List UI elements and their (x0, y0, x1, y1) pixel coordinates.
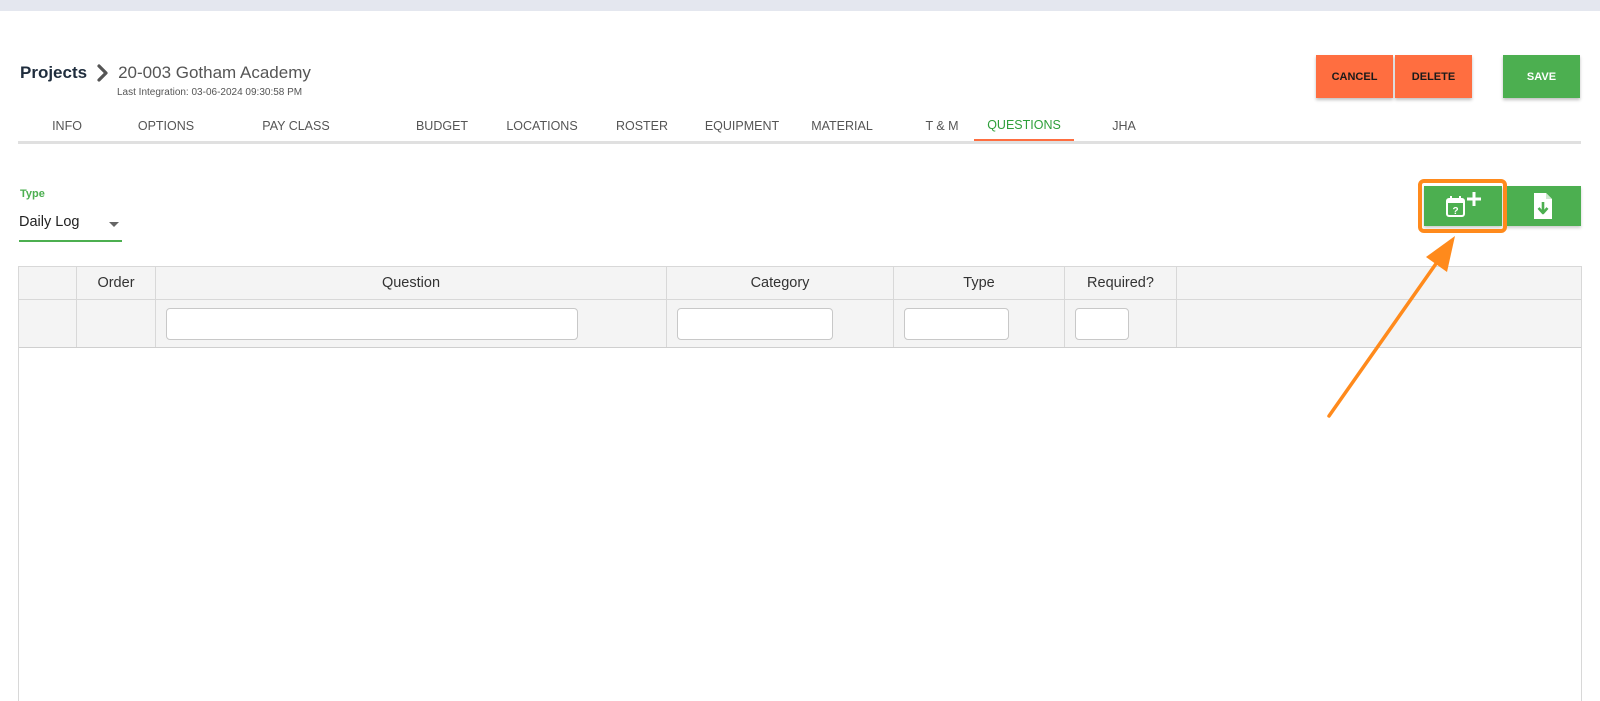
import-file-button[interactable] (1504, 186, 1581, 226)
required-filter-input[interactable] (1075, 308, 1129, 340)
grid-header: Order Question Category Type Required? (19, 267, 1581, 300)
tab-questions[interactable]: QUESTIONS (974, 111, 1074, 141)
grid-header-category[interactable]: Category (667, 267, 894, 299)
tab-material[interactable]: MATERIAL (792, 111, 892, 141)
grid-header-required[interactable]: Required? (1065, 267, 1177, 299)
grid-header-type[interactable]: Type (894, 267, 1065, 299)
cancel-button[interactable]: CANCEL (1316, 55, 1393, 98)
type-select-value: Daily Log (19, 214, 80, 230)
breadcrumb-project-name: 20-003 Gotham Academy (118, 63, 311, 82)
type-label: Type (20, 188, 45, 200)
category-filter-input[interactable] (677, 308, 833, 340)
tab-locations[interactable]: LOCATIONS (492, 111, 592, 141)
top-strip (0, 0, 1600, 11)
tab-info[interactable]: INFO (18, 111, 116, 141)
grid-header-select (19, 267, 77, 299)
tab-pay-class[interactable]: PAY CLASS (246, 111, 346, 141)
last-integration-text: Last Integration: 03-06-2024 09:30:58 PM (117, 87, 303, 98)
filter-cell-select (19, 300, 77, 347)
highlight-annotation-box (1418, 179, 1507, 233)
save-button[interactable]: SAVE (1503, 55, 1580, 98)
tab-equipment[interactable]: EQUIPMENT (692, 111, 792, 141)
tab-options[interactable]: OPTIONS (116, 111, 216, 141)
grid-header-actions (1177, 267, 1583, 299)
delete-button[interactable]: DELETE (1395, 55, 1472, 98)
question-filter-input[interactable] (166, 308, 578, 340)
tab-jha[interactable]: JHA (1074, 111, 1174, 141)
filter-cell-order (77, 300, 156, 347)
file-download-icon (1533, 193, 1552, 219)
chevron-right-icon (97, 64, 108, 82)
grid-filter-row (19, 300, 1581, 348)
breadcrumb: Projects 20-003 Gotham Academy (20, 63, 311, 83)
project-tabs: INFO OPTIONS PAY CLASS BUDGET LOCATIONS … (18, 111, 1581, 144)
grid-header-question[interactable]: Question (156, 267, 667, 299)
breadcrumb-projects-link[interactable]: Projects (20, 63, 87, 83)
tab-roster[interactable]: ROSTER (592, 111, 692, 141)
grid-header-order[interactable]: Order (77, 267, 156, 299)
caret-down-icon (109, 222, 119, 227)
tab-budget[interactable]: BUDGET (392, 111, 492, 141)
questions-grid: Order Question Category Type Required? (18, 266, 1582, 701)
type-select[interactable]: Daily Log (19, 214, 122, 242)
type-filter-input[interactable] (904, 308, 1009, 340)
